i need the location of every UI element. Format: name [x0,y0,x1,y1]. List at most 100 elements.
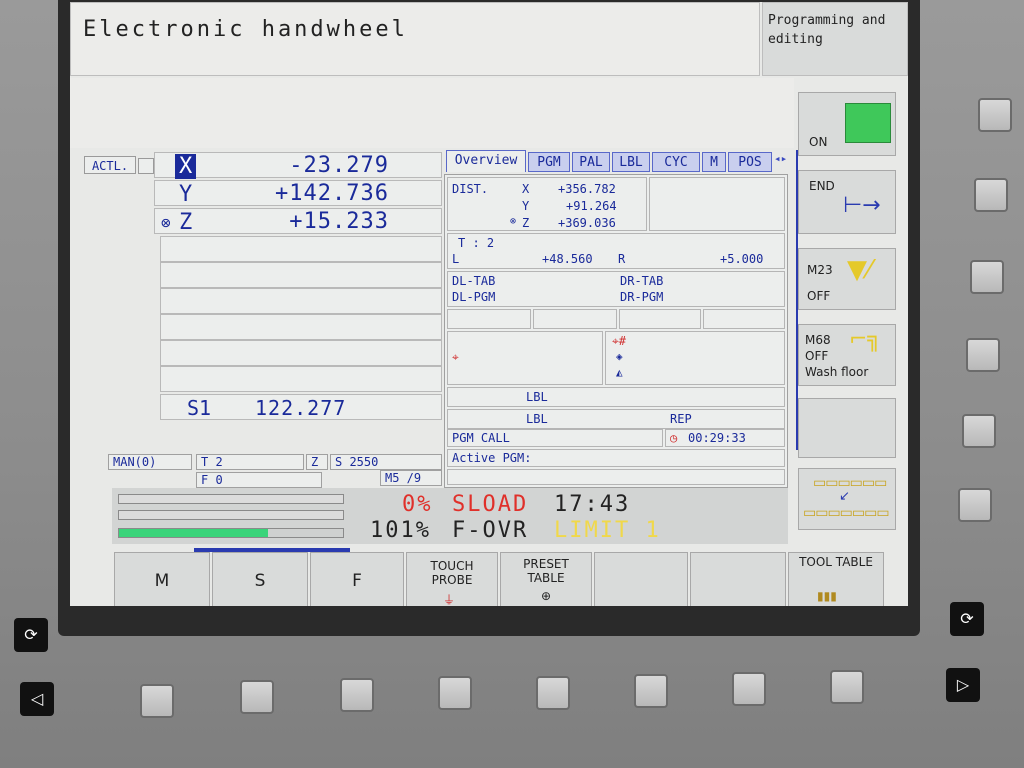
switch-screen-layout-icon[interactable]: ⟳ [14,618,48,652]
m23-code: M23 [807,263,833,277]
axis-value-x: -23.279 [289,153,389,178]
tab-scroll-arrows-icon[interactable]: ◂▸ [774,152,787,165]
lbl-label: LBL [526,412,548,426]
rotation-icon: ◭ [616,366,623,379]
label-repeat-row: LBL REP [447,409,785,429]
transform-cell: ⌖# ◈ ◭ [605,331,785,385]
datum-shift-icon: ⌖ [452,350,459,364]
tab-pal[interactable]: PAL [572,152,610,172]
spindle-load-label: SLOAD [452,492,529,517]
clock-icon: ◷ [670,431,678,445]
lbl-label: LBL [526,390,548,404]
axis-name-z: Z [179,210,193,235]
empty-row [160,314,442,340]
tab-pos[interactable]: POS [728,152,772,172]
dr-pgm-label: DR-PGM [620,290,664,304]
preset-icon: ⊕ [541,589,552,603]
coordinate-transform-icon: ⌖# [612,334,626,348]
active-pgm-cell: Active PGM: [447,449,785,467]
hardware-softkey-button[interactable] [140,684,174,718]
hardware-softkey-button[interactable] [962,414,996,448]
clock-display: 17:43 [554,492,631,517]
vertical-softkey-m23[interactable]: M23 OFF ▼⁄ [798,248,896,310]
switch-softkey-bar-icon[interactable]: ⟳ [950,602,984,636]
empty-cell [649,177,785,231]
axis-value-y: +142.736 [275,181,389,206]
position-display: ACTL. X -23.279 Y +142.736 ⊗ Z +15.233 S… [84,150,444,490]
touch-probe-icon: ⏚ [443,593,456,606]
status-axis: Z [306,454,328,470]
status-m-function: M5 /9 [380,470,442,486]
hardware-softkey-button[interactable] [438,676,472,710]
softkey-tool-table[interactable]: TOOL TABLE ▮▮▮ [788,552,884,606]
tool-label: T : 2 [458,236,495,250]
empty-row [160,288,442,314]
end-arrow-icon: ⊢→ [843,193,881,218]
empty-cell [619,309,701,329]
softkey-preset-table[interactable]: PRESET TABLE ⊕ [500,552,592,606]
softkey-scroll-right-icon[interactable]: ▷ [946,668,980,702]
softkey-preset-table-label: PRESET TABLE [523,557,569,585]
page-title: Electronic handwheel [83,17,408,42]
empty-cell [447,309,531,329]
axis-row-z: ⊗ Z +15.233 [154,208,442,235]
vertical-softkey-m68[interactable]: M68 OFF Wash floor ⌐╗ [798,324,896,386]
tab-m[interactable]: M [702,152,726,172]
actl-indicator [138,158,154,174]
hardware-softkey-button[interactable] [830,670,864,704]
softkey-f[interactable]: F [310,552,404,606]
dl-pgm-label: DL-PGM [452,290,496,304]
status-feed: F 0 [196,472,322,488]
softkey-s[interactable]: S [212,552,308,606]
softkey-tool-table-label: TOOL TABLE [799,555,873,569]
tool-cell: T : 2 L +48.560 R +5.000 [447,233,785,269]
vertical-softkey-empty[interactable] [798,398,896,458]
vertical-softkey-datum[interactable]: ▭▭▭▭▭▭ ↙ ▭▭▭▭▭▭▭ [798,468,896,530]
hardware-softkey-button[interactable] [970,260,1004,294]
hardware-softkey-button[interactable] [966,338,1000,372]
tab-cyc[interactable]: CYC [652,152,700,172]
softkey-m[interactable]: M [114,552,210,606]
datum-arrow-icon: ↙ [839,489,850,504]
hardware-softkey-button[interactable] [240,680,274,714]
softkey-s-label: S [254,571,266,591]
hardware-softkey-button[interactable] [958,488,992,522]
end-label: END [809,179,835,193]
active-pgm-label: Active PGM: [452,451,532,465]
pgm-call-label: PGM CALL [452,431,510,445]
softkey-scroll-left-icon[interactable]: ◁ [20,682,54,716]
label-row: LBL [447,387,785,407]
empty-row [160,236,442,262]
axis-row-y: Y +142.736 [154,180,442,207]
tab-pgm[interactable]: PGM [528,152,570,172]
softkey-empty[interactable] [690,552,786,606]
load-bar-secondary [118,510,344,520]
hardware-softkey-button[interactable] [974,178,1008,212]
load-override-area: 0% SLOAD 17:43 101% F-OVR LIMIT 1 [112,488,788,544]
dist-label: DIST. [452,182,489,196]
tool-offsets-cell: DL-TAB DL-PGM DR-TAB DR-PGM [447,271,785,307]
title-bar: Electronic handwheel [70,2,760,76]
vertical-softkey-on[interactable]: ON [798,92,896,156]
hardware-softkey-button[interactable] [536,676,570,710]
spindle-value: 122.277 [255,396,347,420]
tab-lbl[interactable]: LBL [612,152,650,172]
hardware-softkey-button[interactable] [732,672,766,706]
datum-shift-cell: ⌖ [447,331,603,385]
length-label: L [452,252,460,266]
spindle-load-percent: 0% [402,492,433,517]
softkey-touch-probe[interactable]: TOUCH PROBE ⏚ [406,552,498,606]
vertical-softkey-end[interactable]: END ⊢→ [798,170,896,234]
dist-axis-x: X [522,182,530,196]
limit-indicator: LIMIT 1 [554,518,661,543]
feed-override-label: F-OVR [452,518,529,543]
message-bar [70,78,794,148]
softkey-empty[interactable] [594,552,688,606]
hardware-softkey-button[interactable] [634,674,668,708]
empty-row [160,366,442,392]
tab-overview[interactable]: Overview [446,150,526,172]
hardware-softkey-button[interactable] [340,678,374,712]
hardware-softkey-button[interactable] [978,98,1012,132]
empty-cell [533,309,617,329]
distance-cell: DIST. X +356.782 Y +91.264 ⊗ Z +369.036 [447,177,647,231]
